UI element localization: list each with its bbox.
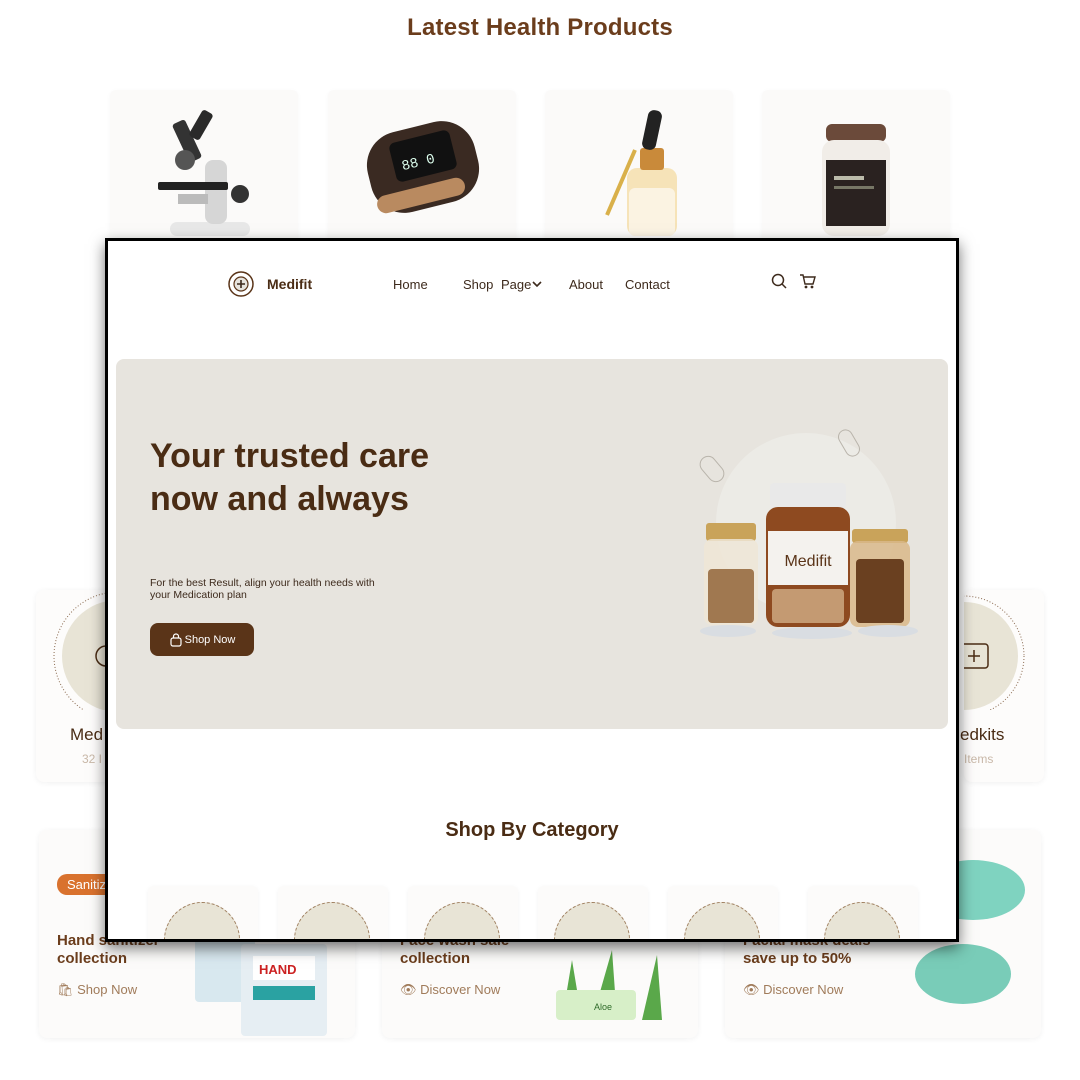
nav-shop[interactable]: Shop <box>463 277 501 292</box>
product-card-serum[interactable] <box>545 90 733 250</box>
category-disc <box>294 902 370 939</box>
brand-name: Medifit <box>267 276 313 292</box>
nav-contact[interactable]: Contact <box>625 277 670 292</box>
discover-now-link[interactable]: 👁 Discover Now <box>400 982 500 998</box>
category-disc-right <box>964 595 1025 717</box>
category-disc <box>554 902 630 939</box>
shop-now-link[interactable]: 🛍 Shop Now <box>57 982 137 998</box>
eye-icon: 👁 <box>400 982 421 997</box>
medifit-window: Medifit Home Shop Page About Contact You… <box>105 238 959 942</box>
category-disc <box>684 902 760 939</box>
product-card-supplement-jar[interactable] <box>762 90 950 250</box>
category-name-right: edkits <box>960 725 1005 744</box>
product-card-microscope[interactable] <box>110 90 298 250</box>
dropper-bottle-icon <box>605 110 677 236</box>
nav-about[interactable]: About <box>569 277 625 292</box>
nav-page[interactable]: Page <box>501 277 531 292</box>
hero-heading: Your trusted care now and always <box>150 437 430 518</box>
top-nav: Medifit Home Shop Page About Contact <box>108 269 956 299</box>
shop-by-category-title: Shop By Category <box>445 819 619 841</box>
product-card-oximeter[interactable]: 88 0 <box>328 90 516 250</box>
hero-banner: Your trusted care now and always For the… <box>116 359 948 729</box>
cart-icon[interactable] <box>798 272 818 292</box>
discover-now-link[interactable]: 👁 Discover Now <box>743 982 843 998</box>
category-disc <box>824 902 900 939</box>
category-count-left: 32 I <box>82 752 103 766</box>
shop-now-button[interactable]: Shop Now <box>150 623 254 656</box>
category-tile[interactable] <box>808 886 918 939</box>
supplement-jar-icon <box>822 124 890 236</box>
latest-products-title: Latest Health Products <box>407 14 673 41</box>
category-tile[interactable] <box>148 886 258 939</box>
nav-home[interactable]: Home <box>393 277 463 292</box>
category-name-left: Med <box>70 725 104 744</box>
nav-icons <box>770 272 818 292</box>
bag-icon: 🛍 <box>57 982 78 997</box>
aloe-product-image: Aloe <box>556 950 662 1020</box>
medical-cross-logo-icon <box>228 271 254 297</box>
category-disc-left <box>53 591 116 721</box>
category-tile[interactable] <box>278 886 388 939</box>
sanitizer-packs-image: HAND <box>195 936 327 1036</box>
shop-now-label: Shop Now <box>184 633 236 646</box>
hero-subtext: For the best Result, align your health n… <box>150 577 375 601</box>
pulse-oximeter-icon: 88 0 <box>366 121 480 214</box>
svg-text:HAND: HAND <box>259 962 297 977</box>
chevron-down-icon[interactable] <box>531 277 569 292</box>
category-disc <box>164 902 240 939</box>
eye-icon: 👁 <box>743 982 764 997</box>
category-card-left[interactable] <box>36 590 116 782</box>
category-tile[interactable] <box>668 886 778 939</box>
category-count-right: Items <box>964 752 994 766</box>
bottle-label: Medifit <box>784 553 832 570</box>
shopping-bag-icon <box>170 632 182 647</box>
medicine-bottles-image: Medifit <box>699 429 918 639</box>
category-tile[interactable] <box>538 886 648 939</box>
search-icon[interactable] <box>770 272 790 292</box>
svg-text:Aloe: Aloe <box>594 1002 612 1012</box>
category-disc <box>424 902 500 939</box>
category-tile[interactable] <box>408 886 518 939</box>
microscope-icon <box>158 110 250 236</box>
main-menu: Home Shop Page About Contact <box>393 277 670 292</box>
